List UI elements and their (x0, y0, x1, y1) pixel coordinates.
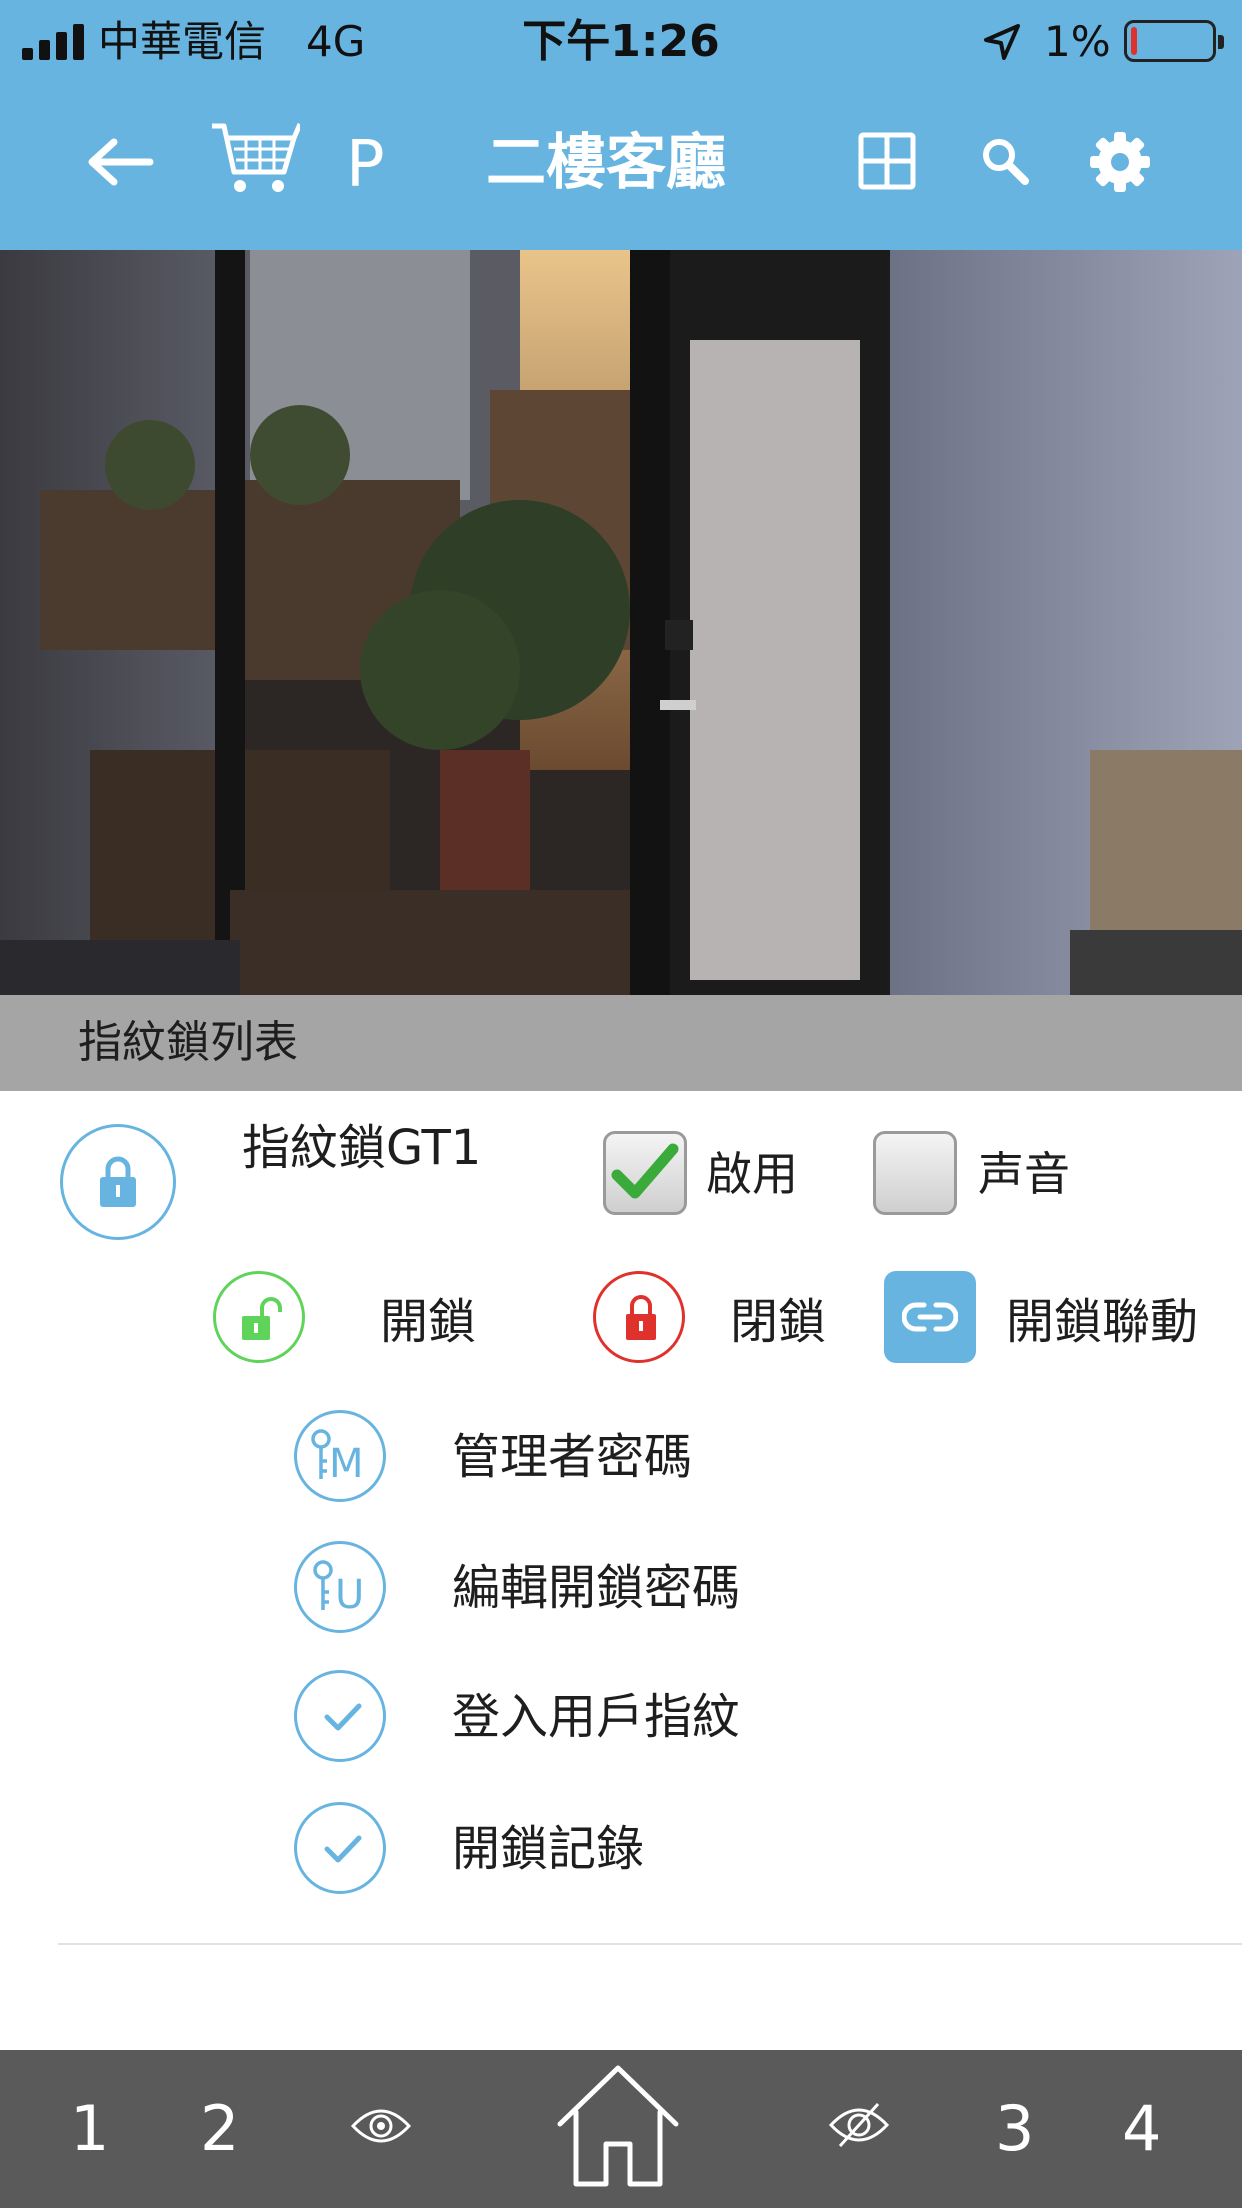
location-arrow-icon (984, 24, 1020, 60)
unlock-label: 開鎖 (380, 1294, 477, 1350)
back-arrow-icon[interactable] (84, 136, 156, 188)
svg-text:M: M (329, 1441, 364, 1487)
link-icon (902, 1302, 958, 1332)
unlock-log-button[interactable] (294, 1802, 386, 1894)
sound-label: 声音 (978, 1147, 1070, 1201)
unlock-log-label[interactable]: 開鎖記錄 (452, 1819, 644, 1879)
lock-closed-icon (626, 1295, 656, 1340)
user-key-icon: U (313, 1560, 364, 1618)
gear-icon[interactable] (1088, 130, 1152, 194)
tab-4[interactable]: 4 (1122, 2094, 1161, 2164)
link-label: 開鎖聯動 (1006, 1294, 1199, 1350)
camera-feed[interactable] (0, 250, 1242, 995)
section-title: 指紋鎖列表 (78, 1017, 298, 1068)
lock-label: 閉鎖 (730, 1294, 827, 1350)
status-bar: 中華電信 4G 下午1:26 1% (0, 0, 1242, 80)
admin-key-icon: M (311, 1429, 364, 1487)
lock-name: 指紋鎖GT1 (242, 1120, 482, 1176)
home-icon[interactable] (548, 2060, 688, 2190)
grid-icon[interactable] (858, 132, 916, 190)
battery-icon (1124, 20, 1224, 62)
unlock-button[interactable] (213, 1271, 305, 1363)
nav-bar: P 二樓客廳 (0, 80, 1242, 250)
enable-label: 啟用 (706, 1147, 798, 1201)
bottom-bar: 1 2 3 4 (0, 2050, 1242, 2208)
check-icon (324, 1703, 362, 1731)
cart-icon[interactable] (210, 120, 300, 200)
eye-icon[interactable] (350, 2104, 412, 2148)
tab-1[interactable]: 1 (70, 2094, 109, 2164)
divider (58, 1943, 1242, 1945)
admin-password-button[interactable]: M (294, 1410, 386, 1502)
camera-image (0, 250, 1242, 995)
sound-checkbox[interactable] (873, 1131, 957, 1215)
search-icon[interactable] (980, 136, 1030, 186)
admin-password-label[interactable]: 管理者密碼 (452, 1427, 692, 1487)
enroll-fingerprint-button[interactable] (294, 1670, 386, 1762)
edit-unlock-password-label[interactable]: 編輯開鎖密碼 (452, 1558, 740, 1618)
lock-button[interactable] (593, 1271, 685, 1363)
svg-text:U: U (335, 1572, 364, 1618)
page-title: 二樓客廳 (486, 128, 726, 198)
checkmark-icon (611, 1143, 679, 1199)
link-button[interactable] (884, 1271, 976, 1363)
edit-unlock-password-button[interactable]: U (294, 1541, 386, 1633)
check-icon (324, 1835, 362, 1863)
enable-checkbox[interactable] (603, 1131, 687, 1215)
lock-avatar (60, 1124, 176, 1240)
lock-icon (100, 1156, 136, 1207)
battery-percent: 1% (1044, 17, 1111, 66)
enroll-fingerprint-label[interactable]: 登入用戶指紋 (452, 1687, 740, 1747)
tab-2[interactable]: 2 (200, 2094, 239, 2164)
unlock-icon (242, 1297, 282, 1340)
nav-p-button[interactable]: P (346, 130, 385, 200)
eye-off-icon[interactable] (828, 2100, 890, 2150)
tab-3[interactable]: 3 (995, 2094, 1034, 2164)
section-header: 指紋鎖列表 (0, 995, 1242, 1091)
